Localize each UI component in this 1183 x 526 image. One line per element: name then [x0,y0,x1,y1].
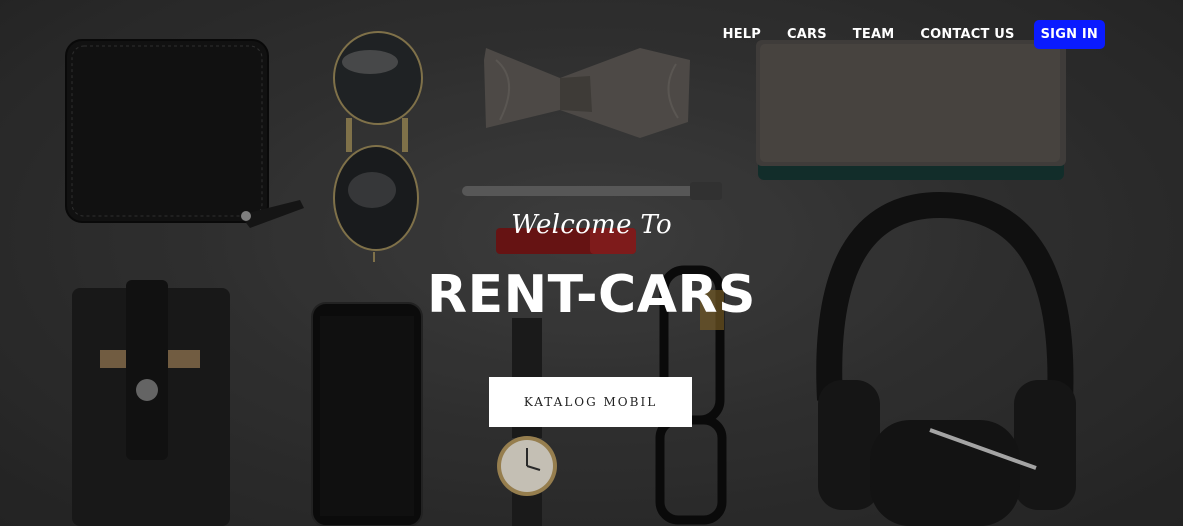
hero-brand-title: RENT-CARS [427,265,756,325]
hero-dark-overlay [0,0,1183,526]
sign-in-button[interactable]: SIGN IN [1033,20,1105,49]
katalog-mobil-button[interactable]: KATALOG MOBIL [489,377,692,427]
nav-link-help[interactable]: HELP [723,27,761,42]
nav-link-cars[interactable]: CARS [787,27,827,42]
top-navigation: HELP CARS TEAM CONTACT US SIGN IN [723,20,1105,49]
nav-link-contact-us[interactable]: CONTACT US [920,27,1014,42]
nav-link-team[interactable]: TEAM [853,27,895,42]
hero-section: HELP CARS TEAM CONTACT US SIGN IN Welcom… [0,0,1183,526]
hero-welcome-text: Welcome To [511,210,672,240]
